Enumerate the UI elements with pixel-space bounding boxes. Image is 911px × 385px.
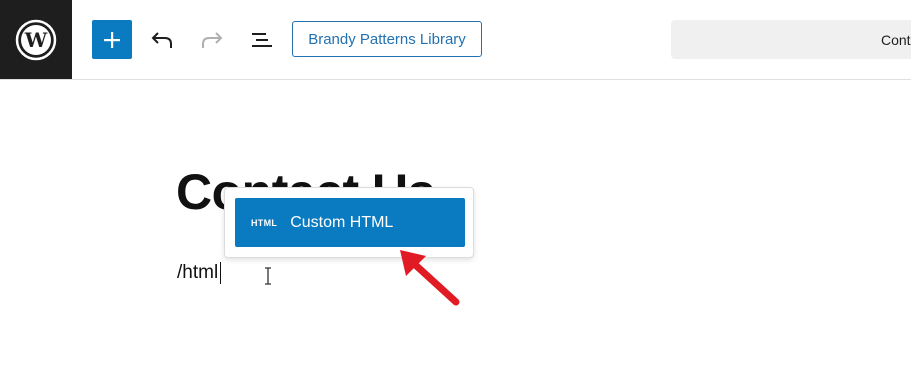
- undo-icon: [151, 32, 172, 48]
- command-palette-bar[interactable]: Cont: [671, 20, 911, 59]
- add-block-button[interactable]: [92, 20, 132, 59]
- slash-command-text: /html: [177, 262, 219, 283]
- plus-icon: [104, 31, 120, 48]
- redo-icon: [202, 32, 223, 48]
- html-block-icon: HTML: [251, 217, 278, 228]
- list-view-icon: [252, 33, 272, 47]
- custom-html-option[interactable]: HTML Custom HTML: [235, 198, 465, 247]
- editor-toolbar: W Brandy Patterns Library Cont: [0, 0, 911, 80]
- command-bar-text: Cont: [881, 31, 911, 48]
- wordpress-logo-icon[interactable]: W: [0, 0, 72, 79]
- list-view-button[interactable]: [246, 24, 278, 56]
- annotation-arrow-icon: [392, 242, 462, 313]
- option-label: Custom HTML: [290, 213, 394, 231]
- patterns-library-button[interactable]: Brandy Patterns Library: [292, 21, 482, 57]
- svg-text:W: W: [24, 28, 48, 52]
- redo-button[interactable]: [196, 24, 228, 56]
- ibeam-cursor-icon: [263, 267, 273, 290]
- editor-page: W Brandy Patterns Library Cont /html HTM…: [0, 0, 911, 385]
- paragraph-block[interactable]: /html: [177, 262, 222, 284]
- text-caret: [220, 262, 222, 284]
- undo-button[interactable]: [146, 24, 178, 56]
